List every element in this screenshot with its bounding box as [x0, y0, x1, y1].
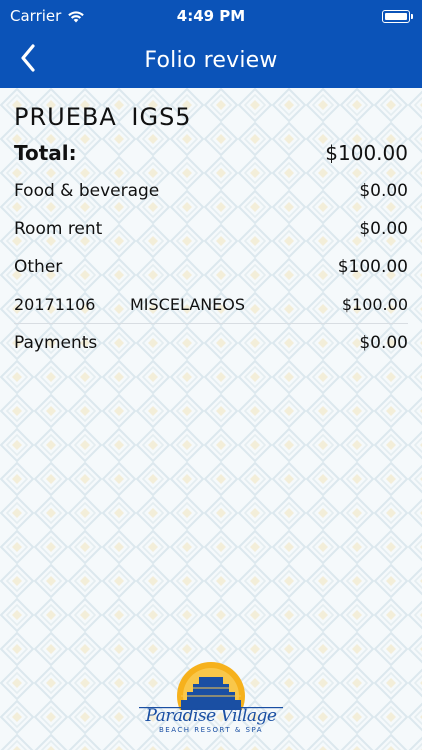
detail-amount: $100.00 — [341, 295, 408, 314]
pyramid-sun-icon — [139, 662, 283, 710]
line-label: Room rent — [14, 219, 103, 239]
folio-summary: PRUEBA IGS5 Total: $100.00 Food & bevera… — [14, 88, 408, 362]
payments-amount: $0.00 — [359, 333, 408, 353]
payments-label: Payments — [14, 333, 98, 353]
detail-description: MISCELANEOS — [130, 295, 246, 314]
nav-bar: Folio review — [0, 32, 422, 88]
guest-name: PRUEBA IGS5 — [14, 103, 192, 131]
chevron-left-icon — [21, 44, 35, 72]
logo-name: Paradise Village — [145, 706, 277, 726]
line-amount: $0.00 — [359, 181, 408, 201]
line-label: Other — [14, 257, 63, 277]
total-row: Total: $100.00 — [14, 134, 408, 172]
carrier-label: Carrier — [10, 7, 62, 25]
status-bar: Carrier — [0, 0, 422, 32]
detail-row: 20171106 MISCELANEOS $100.00 — [14, 286, 408, 324]
folio-line-room: Room rent $0.00 — [14, 210, 408, 248]
folio-line-food: Food & beverage $0.00 — [14, 172, 408, 210]
back-button[interactable] — [10, 40, 46, 76]
resort-logo: Paradise Village BEACH RESORT & SPA — [137, 660, 285, 740]
page-title: Folio review — [144, 47, 278, 73]
wifi-icon — [68, 10, 85, 22]
detail-date: 20171106 — [14, 295, 96, 314]
payments-row: Payments $0.00 — [14, 324, 408, 362]
battery-icon — [382, 9, 413, 23]
header-bar: Carrier 4:49 PM Folio review — [0, 0, 422, 88]
logo-subtitle: BEACH RESORT & SPA — [158, 726, 264, 734]
folio-content: PRUEBA IGS5 Total: $100.00 Food & bevera… — [0, 88, 422, 750]
total-label: Total: — [14, 141, 77, 165]
folio-line-other: Other $100.00 — [14, 248, 408, 286]
line-amount: $0.00 — [359, 219, 408, 239]
total-amount: $100.00 — [325, 141, 408, 165]
line-label: Food & beverage — [14, 181, 160, 201]
status-left: Carrier — [10, 7, 85, 25]
line-amount: $100.00 — [337, 257, 408, 277]
